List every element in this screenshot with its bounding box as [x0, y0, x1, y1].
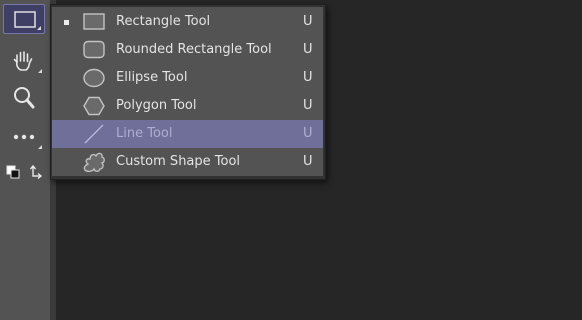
submenu-indicator	[38, 145, 42, 149]
menu-item-shortcut: U	[303, 42, 313, 57]
menu-item-shortcut: U	[303, 98, 313, 113]
submenu-indicator	[37, 26, 41, 30]
menu-item-custom-shape-tool[interactable]: Custom Shape Tool U	[52, 148, 323, 176]
menu-item-label: Custom Shape Tool	[116, 154, 241, 169]
menu-item-label: Ellipse Tool	[116, 70, 188, 85]
custom-shape-icon	[83, 152, 105, 173]
menu-item-shortcut: U	[303, 14, 313, 29]
shape-tools-flyout: Rectangle Tool U Rounded Rectangle Tool …	[50, 4, 326, 180]
swap-colors-icon[interactable]	[3, 156, 45, 186]
rectangle-tool-button[interactable]	[3, 4, 45, 34]
ellipse-icon	[83, 68, 105, 88]
more-tools-button[interactable]	[3, 122, 45, 152]
hand-tool-button[interactable]	[3, 46, 45, 76]
selected-bullet	[64, 20, 69, 25]
submenu-indicator	[38, 69, 42, 73]
color-swatches-button[interactable]	[3, 156, 45, 186]
line-icon	[84, 124, 104, 144]
menu-item-line-tool[interactable]: Line Tool U	[52, 120, 323, 148]
menu-item-label: Rectangle Tool	[116, 14, 211, 29]
tools-panel	[0, 0, 50, 320]
menu-item-rectangle-tool[interactable]: Rectangle Tool U	[52, 8, 323, 36]
rectangle-tool-icon	[14, 11, 36, 28]
menu-item-rounded-rectangle-tool[interactable]: Rounded Rectangle Tool U	[52, 36, 323, 64]
menu-item-label: Polygon Tool	[116, 98, 197, 113]
rounded-rectangle-icon	[83, 40, 105, 59]
menu-item-shortcut: U	[303, 70, 313, 85]
menu-item-label: Rounded Rectangle Tool	[116, 42, 272, 57]
zoom-tool-icon	[14, 87, 35, 109]
flyout-menu-list: Rectangle Tool U Rounded Rectangle Tool …	[52, 7, 323, 176]
menu-item-label: Line Tool	[116, 126, 173, 141]
polygon-icon	[83, 96, 105, 116]
menu-item-shortcut: U	[303, 126, 313, 141]
menu-item-shortcut: U	[303, 154, 313, 169]
zoom-tool-button[interactable]	[3, 82, 45, 112]
rectangle-icon	[83, 13, 105, 30]
menu-item-ellipse-tool[interactable]: Ellipse Tool U	[52, 64, 323, 92]
menu-item-polygon-tool[interactable]: Polygon Tool U	[52, 92, 323, 120]
